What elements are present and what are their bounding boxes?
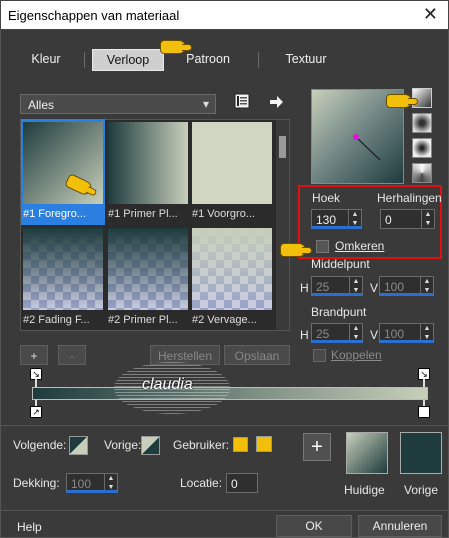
- pointer-hand-icon: [280, 243, 312, 257]
- thumbnail-label: #1 Foregro...: [23, 208, 86, 220]
- tab-divider: [84, 52, 85, 68]
- focus-v-input[interactable]: 100 ▲ ▼: [379, 323, 434, 343]
- invert-label: Omkeren: [335, 239, 385, 253]
- next-stop-swatch[interactable]: [69, 436, 88, 455]
- thumbnail-label: #2 Fading F...: [23, 314, 90, 326]
- remove-gradient-button[interactable]: -: [58, 345, 86, 365]
- opacity-input[interactable]: 100 ▲ ▼: [66, 473, 118, 493]
- thumbnail-2[interactable]: #1 Primer Pl...: [108, 122, 188, 220]
- rectangular-style-button[interactable]: [412, 113, 432, 133]
- angle-input[interactable]: 130 ▲ ▼: [311, 209, 362, 229]
- close-icon[interactable]: ✕: [423, 4, 438, 25]
- center-h-input[interactable]: 25 ▲ ▼: [311, 276, 363, 296]
- help-link[interactable]: Help: [17, 520, 42, 534]
- radial-style-button[interactable]: [412, 138, 432, 158]
- watermark-logo: claudia: [114, 362, 230, 414]
- palette-book-icon[interactable]: [233, 92, 251, 110]
- center-h-label: H: [300, 281, 309, 295]
- add-gradient-button[interactable]: +: [20, 345, 48, 365]
- focus-h-input[interactable]: 25 ▲ ▼: [311, 323, 363, 343]
- angle-label: Hoek: [312, 191, 341, 205]
- tab-verloop[interactable]: Verloop: [92, 49, 164, 71]
- repeats-input[interactable]: 0 ▲ ▼: [380, 209, 435, 229]
- focus-v-label: V: [370, 328, 379, 342]
- save-gradient-button[interactable]: Opslaan: [224, 345, 290, 365]
- thumbnail-label: #1 Primer Pl...: [108, 208, 178, 220]
- focus-label: Brandpunt: [311, 305, 367, 319]
- thumbnail-scrollbar[interactable]: [276, 120, 289, 330]
- chevron-down-icon: ▾: [202, 97, 209, 111]
- pointer-hand-icon: [386, 94, 418, 108]
- location-label: Locatie:: [180, 476, 223, 490]
- link-checkbox[interactable]: [313, 349, 326, 362]
- prev-stop-swatch[interactable]: [141, 436, 160, 455]
- center-label: Middelpunt: [311, 257, 370, 271]
- location-input[interactable]: 0: [226, 473, 258, 493]
- arrow-right-icon[interactable]: [268, 94, 284, 110]
- repeats-label: Herhalingen: [377, 191, 442, 205]
- center-v-input[interactable]: 100 ▲ ▼: [379, 276, 434, 296]
- thumbnail-label: #2 Primer Pl...: [108, 314, 178, 326]
- opacity-label: Dekking:: [13, 476, 60, 490]
- focus-h-label: H: [300, 328, 309, 342]
- ok-button[interactable]: OK: [276, 515, 352, 537]
- window-title: Eigenschappen van materiaal: [8, 8, 180, 23]
- prev-stop-label: Vorige:: [104, 438, 142, 452]
- thumbnail-label: #2 Vervage...: [192, 314, 257, 326]
- cancel-button[interactable]: Annuleren: [358, 515, 442, 537]
- divider: [0, 510, 449, 511]
- gradient-library-select[interactable]: Alles ▾: [20, 94, 216, 114]
- current-label: Huidige: [344, 483, 385, 497]
- link-label: Koppelen: [331, 348, 382, 362]
- thumbnail-5[interactable]: #2 Primer Pl...: [108, 228, 188, 326]
- divider: [0, 425, 449, 426]
- pointer-hand-icon: [160, 40, 192, 54]
- tab-divider: [258, 52, 259, 68]
- user-color-swatch[interactable]: [233, 437, 248, 452]
- user-color-swatch-2[interactable]: [256, 436, 272, 452]
- center-v-label: V: [370, 281, 379, 295]
- next-stop-label: Volgende:: [13, 438, 67, 452]
- invert-checkbox[interactable]: [316, 240, 329, 253]
- thumbnail-4[interactable]: #2 Fading F...: [23, 228, 103, 326]
- title-bar: Eigenschappen van materiaal ✕: [0, 0, 449, 30]
- tab-kleur[interactable]: Kleur: [14, 49, 78, 71]
- thumbnail-label: #1 Voorgro...: [192, 208, 255, 220]
- sunburst-style-button[interactable]: [412, 163, 432, 183]
- library-select-value: Alles: [28, 98, 55, 112]
- tab-textuur[interactable]: Textuur: [270, 49, 342, 71]
- previous-label: Vorige: [404, 483, 439, 497]
- user-label: Gebruiker:: [173, 438, 230, 452]
- thumbnail-3[interactable]: #1 Voorgro...: [192, 122, 272, 220]
- add-swatch-button[interactable]: +: [303, 433, 331, 461]
- gradient-editor[interactable]: ↘ ↘ ↗: [28, 368, 430, 420]
- current-material-swatch[interactable]: [346, 432, 388, 474]
- thumbnail-6[interactable]: #2 Vervage...: [192, 228, 272, 326]
- previous-material-swatch[interactable]: [400, 432, 442, 474]
